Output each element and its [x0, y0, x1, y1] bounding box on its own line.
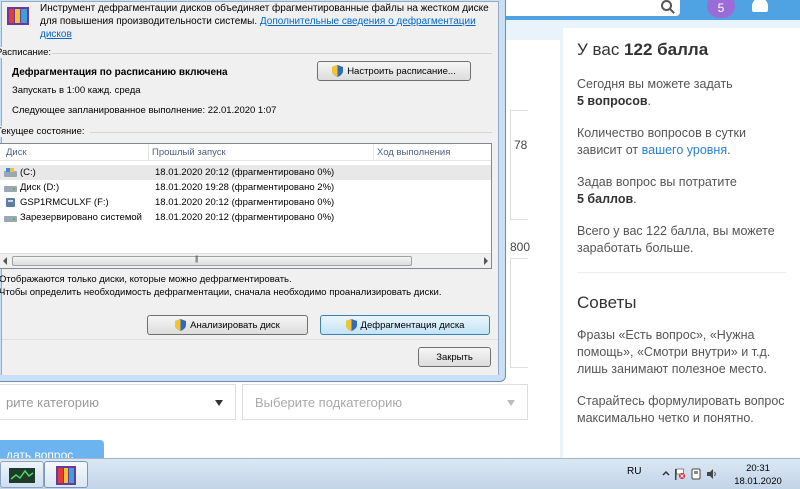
editor-box-edge [510, 110, 528, 220]
volume-icon[interactable] [706, 468, 718, 480]
category-select-placeholder: рите категорию [6, 395, 100, 410]
subcategory-select-placeholder: Выберите подкатегорию [255, 395, 403, 410]
column-progress[interactable]: Ход выполнения [377, 147, 450, 158]
uac-shield-icon [332, 65, 344, 77]
horizontal-scrollbar[interactable]: ||| [0, 253, 491, 268]
notification-count-badge[interactable]: 5 [707, 0, 735, 18]
disk-row[interactable]: Зарезервировано системой 18.01.2020 20:1… [0, 210, 491, 225]
divider [90, 132, 492, 133]
action-center-flag-icon[interactable] [674, 468, 686, 480]
info-text: Отображаются только диски, которые можно… [0, 274, 292, 285]
char-counter: 78 [514, 138, 528, 152]
analyze-disk-button[interactable]: Анализировать диск [147, 315, 308, 335]
defrag-dialog: Инструмент дефрагментации дисков объедин… [0, 0, 506, 382]
chevron-down-icon [507, 400, 515, 406]
points-title: У вас 122 балла [577, 40, 709, 59]
taskbar: RU 20:31 18.01.2020 [0, 458, 800, 489]
limit-info: Количество вопросов в сутки зависит от в… [577, 126, 746, 157]
disk-row[interactable]: (C:) 18.01.2020 20:12 (фрагментировано 0… [0, 165, 491, 180]
close-button[interactable]: Закрыть [418, 347, 491, 367]
clock-time: 20:31 [746, 463, 770, 474]
uac-shield-icon [345, 319, 357, 331]
system-drive-icon [4, 168, 17, 177]
scroll-right-icon[interactable] [484, 257, 488, 265]
defrag-app-icon [7, 7, 29, 25]
advice-item: Фразы «Есть вопрос», «Нужна помощь», «См… [577, 328, 771, 376]
bell-icon[interactable] [752, 0, 768, 12]
system-clock[interactable]: 20:31 18.01.2020 [726, 462, 790, 488]
chevron-down-icon [215, 400, 223, 406]
total-info: Всего у вас 122 балла, вы можете заработ… [577, 224, 775, 255]
level-link[interactable]: вашего уровня [642, 143, 727, 157]
disk-row[interactable]: Диск (D:) 18.01.2020 19:28 (фрагментиров… [0, 180, 491, 195]
schedule-status: Дефрагментация по расписанию включена [12, 67, 228, 78]
schedule-run: Запускать в 1:00 кажд. среда [12, 85, 141, 96]
taskbar-task-manager[interactable] [0, 461, 44, 488]
defrag-app-icon [56, 466, 76, 485]
search-icon[interactable] [661, 0, 672, 11]
column-disk[interactable]: Диск [6, 147, 27, 158]
configure-schedule-button[interactable]: Настроить расписание... [317, 61, 471, 81]
editor-box-edge [510, 258, 528, 368]
info-text: Чтобы определить необходимость дефрагмен… [0, 287, 442, 298]
uac-shield-icon [175, 319, 187, 331]
subcategory-select[interactable]: Выберите подкатегорию [242, 384, 528, 420]
sidebar: У вас 122 балла Сегодня вы можете задать… [563, 28, 800, 460]
schedule-next: Следующее запланированное выполнение: 22… [12, 105, 277, 116]
spend-info: Задав вопрос вы потратите 5 баллов. [577, 175, 737, 206]
task-manager-icon [9, 468, 35, 483]
scrollbar-thumb[interactable] [12, 256, 412, 266]
advice-item: Старайтесь формулировать вопрос максимал… [577, 394, 785, 425]
clock-date: 18.01.2020 [734, 476, 782, 487]
chevron-up-icon[interactable] [660, 468, 672, 480]
schedule-label: Расписание: [0, 47, 56, 58]
disk-list-header: Диск Прошлый запуск Ход выполнения [0, 144, 491, 161]
drive-icon [4, 186, 17, 192]
device-icon[interactable] [690, 468, 702, 480]
drive-icon [4, 216, 17, 222]
dialog-body: Инструмент дефрагментации дисков объедин… [0, 1, 499, 375]
advice-title: Советы [577, 293, 637, 312]
today-questions: Сегодня вы можете задать 5 вопросов. [577, 77, 733, 108]
grip-icon: ||| [195, 256, 199, 263]
divider [577, 272, 786, 273]
intro-text: Инструмент дефрагментации дисков объедин… [40, 3, 489, 40]
language-indicator[interactable]: RU [627, 466, 641, 477]
current-state-label: Текущее состояние: [0, 126, 89, 137]
category-select[interactable]: рите категорию [0, 384, 236, 420]
disk-row[interactable]: GSP1RMCULXF (F:) 18.01.2020 20:12 (фрагм… [0, 195, 491, 210]
column-last-run[interactable]: Прошлый запуск [152, 147, 226, 158]
char-counter: 800 [510, 240, 531, 254]
divider [52, 53, 492, 54]
scroll-left-icon[interactable] [3, 257, 7, 265]
defragment-disk-button[interactable]: Дефрагментация диска [320, 315, 490, 335]
usb-drive-icon [6, 198, 15, 207]
disk-list[interactable]: Диск Прошлый запуск Ход выполнения (C:) … [0, 143, 492, 269]
taskbar-defrag[interactable] [44, 461, 88, 488]
search-input[interactable] [500, 0, 680, 16]
